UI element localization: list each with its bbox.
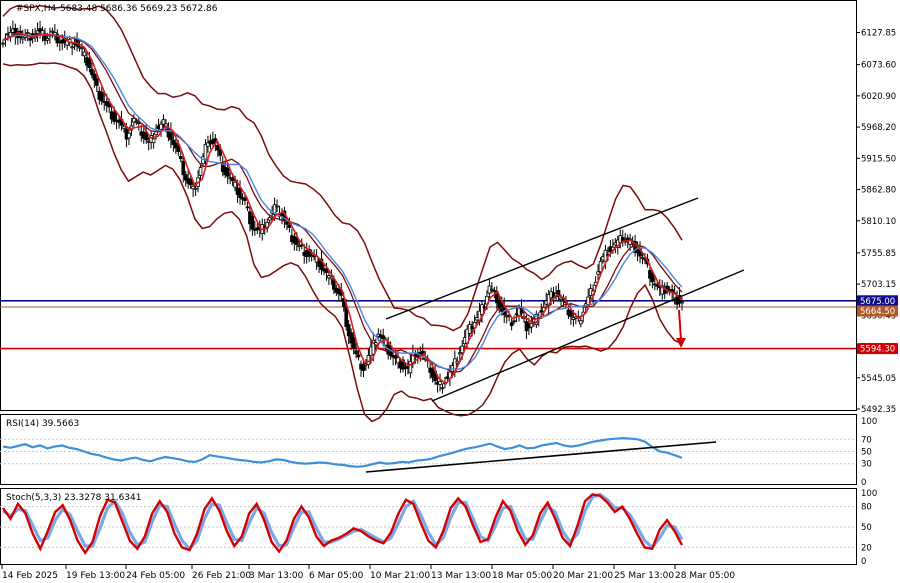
time-axis-label: 6 Mar 05:00	[309, 571, 364, 581]
candle-body	[45, 38, 50, 41]
candle-body	[203, 144, 208, 160]
time-axis-label: 25 Mar 13:00	[614, 571, 674, 581]
stoch-axis-label: 80	[861, 503, 872, 513]
candle-body	[351, 337, 356, 349]
price-axis-label: 5755.85	[861, 249, 896, 259]
candle-body	[159, 123, 163, 130]
level-tag-label: 5675.00	[860, 297, 895, 307]
candle-body	[250, 216, 255, 230]
candle-body	[50, 30, 55, 33]
stoch-title: Stoch(5,3,3) 23.3278 31.6341	[6, 493, 141, 503]
price-axis-label: 5915.50	[861, 154, 896, 164]
candle-body	[490, 288, 494, 291]
candle-body	[381, 335, 386, 340]
candle-body	[361, 364, 366, 371]
rsi-title: RSI(14) 39.5663	[6, 419, 79, 429]
candle-body	[243, 197, 247, 201]
time-axis-label: 26 Feb 21:00	[192, 571, 251, 581]
chart-ohlc: 5683.48 5686.36 5669.23 5672.86	[60, 4, 218, 14]
candle-body	[662, 289, 667, 294]
stoch-axis-label: 50	[861, 523, 872, 533]
candle-body	[25, 32, 30, 35]
candle-body	[366, 355, 371, 365]
candle-body	[87, 59, 92, 69]
price-axis-label: 5810.10	[861, 217, 896, 227]
time-axis-label: 20 Mar 21:00	[553, 571, 613, 581]
candle-body	[198, 167, 203, 176]
candle-body	[596, 271, 600, 275]
candle-body	[188, 179, 193, 186]
price-axis-label: 5492.35	[861, 405, 896, 415]
stoch-axis-label: 20	[861, 543, 872, 553]
candle-body	[181, 160, 186, 176]
time-axis-label: 13 Mar 13:00	[431, 571, 491, 581]
price-axis-label: 5703.15	[861, 280, 896, 290]
rsi-axis-label: 30	[861, 460, 872, 470]
candle-body	[1, 42, 5, 45]
candle-body	[640, 257, 645, 259]
candle-body	[354, 350, 358, 355]
candle-body	[99, 91, 104, 102]
price-axis-label: 6127.85	[861, 29, 896, 39]
price-axis-label: 5968.20	[861, 123, 896, 133]
candle-body	[344, 306, 349, 327]
candle-body	[178, 156, 183, 159]
candle-body	[285, 221, 289, 225]
candle-body	[356, 354, 361, 358]
stoch-axis-label: 0	[861, 557, 866, 567]
candle-body	[529, 323, 534, 328]
rsi-axis-label: 70	[861, 435, 872, 445]
price-axis-label: 5862.80	[861, 186, 896, 196]
candle-body	[122, 126, 126, 129]
rsi-axis-label: 50	[861, 448, 872, 458]
price-axis-label: 6020.90	[861, 92, 896, 102]
candle-body	[28, 37, 32, 41]
candle-body	[233, 181, 237, 188]
candle-body	[230, 177, 235, 182]
candle-body	[680, 301, 684, 304]
candle-body	[151, 138, 156, 144]
candle-body	[598, 261, 603, 273]
stoch-axis-label: 100	[861, 489, 877, 499]
chart-canvas: 6127.85 6073.60 6020.90 5968.20 5915.50 5862.…	[0, 0, 898, 581]
candle-body	[324, 269, 329, 273]
candle-body	[267, 217, 272, 221]
time-axis-label: 14 Feb 2025	[2, 571, 58, 581]
candle-body	[578, 320, 583, 325]
rsi-panel	[0, 414, 857, 485]
candle-body	[438, 381, 442, 385]
price-axis-label: 5545.05	[861, 374, 896, 384]
level-tag-label: 5594.30	[860, 345, 895, 355]
candle-body	[512, 320, 516, 323]
rsi-axis-label: 100	[861, 417, 877, 427]
time-axis-label: 10 Mar 21:00	[370, 571, 430, 581]
candle-body	[82, 51, 87, 57]
candle-body	[127, 132, 131, 139]
time-axis-label: 19 Feb 13:00	[66, 571, 125, 581]
level-tag-label: 5664.50	[860, 307, 895, 317]
time-axis-label: 28 Mar 05:00	[675, 571, 735, 581]
time-axis-label: 24 Feb 05:00	[126, 571, 185, 581]
candle-body	[440, 387, 445, 390]
candle-body	[455, 360, 460, 364]
candle-body	[193, 187, 198, 190]
price-axis-label: 6073.60	[861, 61, 896, 71]
candle-body	[287, 224, 292, 229]
candle-body	[70, 46, 74, 49]
candle-body	[95, 78, 99, 86]
time-axis-label: 18 Mar 05:00	[492, 571, 552, 581]
candle-body	[245, 206, 250, 209]
time-axis-label: 3 Mar 13:00	[249, 571, 304, 581]
candle-body	[509, 322, 514, 327]
candle-body	[225, 167, 230, 177]
chart-symbol: #SPX,H4	[16, 4, 56, 14]
rsi-axis-label: 0	[861, 478, 866, 488]
candle-body	[275, 205, 279, 208]
candle-body	[80, 47, 84, 50]
candle-body	[329, 276, 334, 280]
candle-body	[569, 310, 573, 317]
